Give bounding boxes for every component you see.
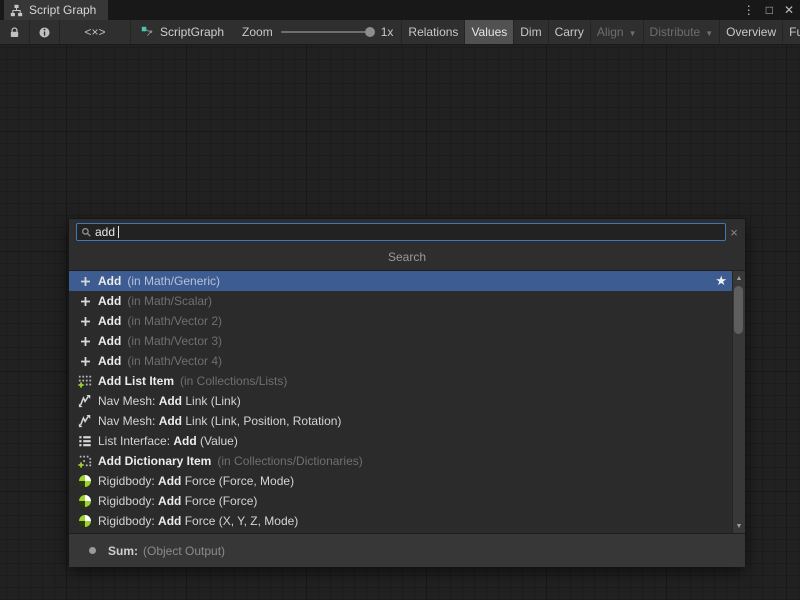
chevron-down-icon: ▼ <box>629 29 637 38</box>
rigidbody-icon <box>77 513 93 529</box>
navmesh-icon <box>77 413 93 429</box>
result-row[interactable]: Add(in Math/Vector 4) <box>69 351 732 371</box>
graph-breadcrumb[interactable]: ScriptGraph <box>131 20 234 44</box>
lock-icon <box>8 26 21 39</box>
search-row: add × <box>69 219 745 245</box>
toolbar-button-align[interactable]: Align▼ <box>590 20 643 44</box>
zoom-control: Zoom 1x <box>234 20 401 44</box>
info-icon <box>38 26 51 39</box>
toolbar-button-overview[interactable]: Overview <box>719 20 782 44</box>
zoom-value: 1x <box>381 25 394 39</box>
chevron-down-icon: ▼ <box>705 29 713 38</box>
fuzzy-finder-dialog: add × Search Add(in Math/Generic)★Add(in… <box>68 218 746 566</box>
window-menu-icon[interactable]: ⋮ <box>743 0 755 20</box>
toolbar-buttons: RelationsValuesDimCarryAlign▼Distribute▼… <box>401 20 800 44</box>
text-caret <box>118 226 119 238</box>
plus-icon <box>77 333 93 349</box>
hierarchy-graph-icon <box>10 4 23 17</box>
result-label: Rigidbody: Add Force (Force) <box>98 494 257 508</box>
footer-label: Sum: <box>108 544 138 558</box>
output-port-icon <box>89 547 96 554</box>
toolbar-button-full-screen[interactable]: Full Screen <box>782 20 800 44</box>
search-query-text: add <box>95 225 115 239</box>
toolbar-button-dim[interactable]: Dim <box>513 20 547 44</box>
result-row[interactable]: Add(in Math/Generic) ★ <box>69 271 732 291</box>
tab-script-graph[interactable]: Script Graph <box>4 0 108 20</box>
result-label: Add Dictionary Item(in Collections/Dicti… <box>98 454 363 468</box>
result-label: Add(in Math/Vector 2) <box>98 314 222 328</box>
plus-icon <box>77 273 93 289</box>
toolbar-button-relations[interactable]: Relations <box>401 20 464 44</box>
lock-button[interactable] <box>0 20 30 44</box>
rigidbody-icon <box>77 473 93 489</box>
clear-search-button[interactable]: × <box>727 223 741 241</box>
favorite-star-icon[interactable]: ★ <box>715 271 727 291</box>
list-icon <box>77 433 93 449</box>
scrollbar-thumb[interactable] <box>734 286 743 334</box>
footer-note: (Object Output) <box>143 544 225 558</box>
result-label: Nav Mesh: Add Link (Link, Position, Rota… <box>98 414 341 428</box>
search-icon <box>81 227 92 238</box>
zoom-slider[interactable] <box>281 31 373 33</box>
list-add-icon <box>77 373 93 389</box>
close-icon: × <box>730 225 738 240</box>
zoom-slider-thumb[interactable] <box>365 27 375 37</box>
tab-title: Script Graph <box>29 3 96 17</box>
toolbar-button-values[interactable]: Values <box>464 20 513 44</box>
result-row[interactable]: Add(in Math/Vector 3) <box>69 331 732 351</box>
plus-icon <box>77 313 93 329</box>
result-row[interactable]: Nav Mesh: Add Link (Link) <box>69 391 732 411</box>
result-label: Add List Item(in Collections/Lists) <box>98 374 287 388</box>
result-label: List Interface: Add (Value) <box>98 434 238 448</box>
toolbar-button-carry[interactable]: Carry <box>548 20 590 44</box>
navmesh-icon <box>77 393 93 409</box>
unity-visual-scripting-window: Script Graph ⋮ □ ✕ <×> <box>0 0 800 600</box>
dialog-footer: Sum: (Object Output) <box>69 534 745 567</box>
result-label: Rigidbody: Add Force (Force, Mode) <box>98 474 294 488</box>
toolbar-button-distribute[interactable]: Distribute▼ <box>643 20 720 44</box>
graph-name: ScriptGraph <box>160 25 224 39</box>
search-input[interactable]: add <box>76 223 726 241</box>
titlebar: Script Graph ⋮ □ ✕ <box>0 0 800 20</box>
result-row[interactable]: List Interface: Add (Value) <box>69 431 732 451</box>
zoom-label: Zoom <box>242 25 273 39</box>
result-row[interactable]: Nav Mesh: Add Link (Link, Position, Rota… <box>69 411 732 431</box>
result-label: Add(in Math/Vector 3) <box>98 334 222 348</box>
result-label: Add(in Math/Scalar) <box>98 294 212 308</box>
result-label: Rigidbody: Add Force (X, Y, Z, Mode) <box>98 514 298 528</box>
rigidbody-icon <box>77 493 93 509</box>
search-header: Search <box>69 245 745 271</box>
result-row[interactable]: Rigidbody: Add Force (Force, Mode) <box>69 471 732 491</box>
dict-add-icon <box>77 453 93 469</box>
code-preview-button[interactable]: <×> <box>60 20 131 44</box>
results-scrollbar[interactable]: ▲ ▼ <box>732 271 745 533</box>
window-close-icon[interactable]: ✕ <box>784 0 794 20</box>
code-preview-icon: <×> <box>84 25 105 39</box>
info-button[interactable] <box>30 20 60 44</box>
result-row[interactable]: Rigidbody: Add Force (X, Y, Z, Mode) <box>69 511 732 531</box>
scroll-up-icon[interactable]: ▲ <box>733 272 745 284</box>
window-maximize-icon[interactable]: □ <box>766 0 773 20</box>
scroll-down-icon[interactable]: ▼ <box>733 520 745 532</box>
result-label: Add(in Math/Generic) <box>98 274 220 288</box>
plus-icon <box>77 353 93 369</box>
result-row[interactable]: Add(in Math/Vector 2) <box>69 311 732 331</box>
result-row[interactable]: Add List Item(in Collections/Lists) <box>69 371 732 391</box>
result-row[interactable]: Rigidbody: Add Force (Force) <box>69 491 732 511</box>
result-label: Add(in Math/Vector 4) <box>98 354 222 368</box>
plus-icon <box>77 293 93 309</box>
script-graph-icon <box>141 26 154 39</box>
results-list: Add(in Math/Generic) ★ Add(in Math/Scalar)… <box>69 271 745 534</box>
graph-toolbar: <×> ScriptGraph Zoom 1x RelationsValuesD… <box>0 20 800 45</box>
result-label: Nav Mesh: Add Link (Link) <box>98 394 241 408</box>
result-row[interactable]: Add(in Math/Scalar) <box>69 291 732 311</box>
result-row[interactable]: Add Dictionary Item(in Collections/Dicti… <box>69 451 732 471</box>
